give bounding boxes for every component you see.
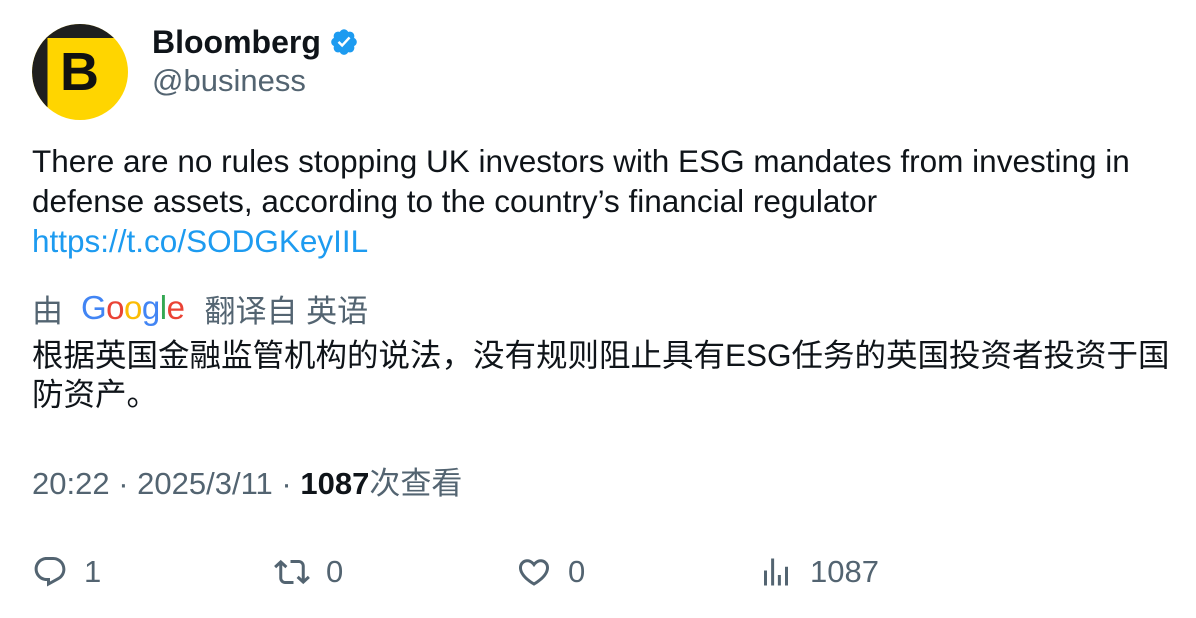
verified-badge-icon [331,29,357,55]
views-button[interactable]: 1087 [758,550,879,594]
tweet-body: There are no rules stopping UK investors… [32,143,1130,219]
reply-count: 1 [84,554,102,589]
avatar-letter: B [60,42,99,102]
retweet-button[interactable]: 0 [274,550,343,594]
like-count: 0 [568,554,586,589]
tweet-meta: 20:22 · 2025/3/11 · 1087次查看 [32,464,462,504]
views-action-count: 1087 [810,554,879,589]
reply-button[interactable]: 1 [32,550,101,594]
meta-separator: · [281,466,292,501]
tweet-date[interactable]: 2025/3/11 [137,466,273,501]
like-button[interactable]: 0 [516,550,585,594]
tweet-link[interactable]: https://t.co/SODGKeyIIL [32,221,1172,261]
avatar[interactable]: B [32,24,128,120]
translation-attribution: 由 Google 翻译自 英语 [32,288,369,329]
translation-suffix: 翻译自 英语 [204,293,369,329]
translation-prefix: 由 [32,293,63,329]
meta-separator: · [118,466,129,501]
views-count: 1087 [300,466,370,501]
tweet-time[interactable]: 20:22 [32,466,110,501]
tweet-text: There are no rules stopping UK investors… [32,141,1172,261]
author-handle[interactable]: @business [152,62,306,100]
translated-text: 根据英国金融监管机构的说法，没有规则阻止具有ESG任务的英国投资者投资于国防资产… [32,337,1170,412]
author-name[interactable]: Bloomberg [152,23,359,61]
views-icon [764,558,788,586]
author-name-text: Bloomberg [152,24,321,60]
like-icon [518,559,550,586]
views-label: 次查看 [369,466,463,501]
reply-icon [34,557,66,587]
google-logo: Google [81,289,185,326]
retweet-count: 0 [326,554,344,589]
retweet-icon [274,559,310,585]
action-bar: 1 0 0 1087 [32,550,1172,594]
